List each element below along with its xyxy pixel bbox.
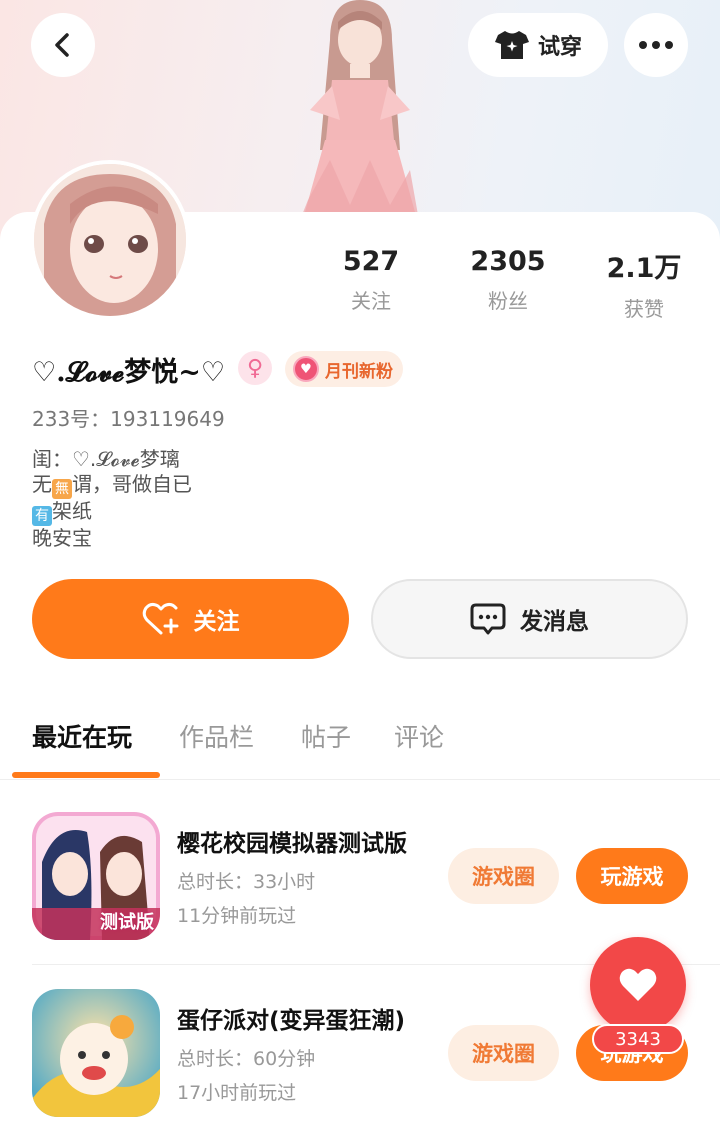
follow-button[interactable]: 关注 [32,579,349,659]
heart-icon [619,968,657,1001]
tshirt-icon [494,31,529,59]
game-duration: 总时长：60分钟 [177,1048,316,1070]
active-tab-indicator [12,772,160,778]
avatar-illustration [34,164,186,316]
game-circle-button[interactable]: 游戏圈 [448,1025,559,1081]
tab-recently-played[interactable]: 最近在玩 [32,718,132,754]
fan-badge[interactable]: ♥ 月刊新粉 [285,351,403,387]
stat-likes[interactable]: 2.1万 获赞 [584,246,704,322]
chat-bubble-icon [470,603,506,635]
avatar[interactable] [30,160,190,320]
more-dots-icon [639,41,673,49]
try-on-button[interactable]: 试穿 [468,13,608,77]
followers-count: 2305 [470,246,546,277]
message-label: 发消息 [520,609,589,635]
character-3d-avatar [300,0,420,230]
bio-line: 无無谓，哥做自已 [32,472,192,499]
stat-followers[interactable]: 2305 粉丝 [448,246,568,314]
game-icon-sakura[interactable]: 测试版 [32,812,160,940]
followers-label: 粉丝 [488,289,528,313]
more-options-button[interactable] [624,13,688,77]
nickname: ♡.𝓛𝓸𝓿𝓮梦悦~♡ [32,357,226,388]
game-icon-eggy-party[interactable] [32,989,160,1117]
emoji-box: 無 [52,479,72,499]
stat-following[interactable]: 527 关注 [311,246,431,314]
bio-line: 闺：♡.𝓛𝓸𝓿𝓮梦璃 [32,447,180,471]
game-title[interactable]: 蛋仔派对(变异蛋狂潮) [177,1001,405,1035]
emoji-box: 有 [32,506,52,526]
tab-comments[interactable]: 评论 [394,718,444,754]
try-on-label: 试穿 [537,35,582,60]
chevron-left-icon [55,33,69,57]
tab-works[interactable]: 作品栏 [179,718,254,754]
game-title[interactable]: 樱花校园模拟器测试版 [177,824,407,858]
test-version-label: 测试版 [100,912,154,933]
game-last-played: 11分钟前玩过 [177,905,297,927]
like-count: 3343 [592,1024,684,1054]
play-game-button[interactable]: 玩游戏 [576,848,688,904]
heart-plus-icon [142,602,178,635]
message-button[interactable]: 发消息 [371,579,688,659]
like-button[interactable] [590,937,686,1033]
follow-label: 关注 [193,609,240,635]
bio: 闺：♡.𝓛𝓸𝓿𝓮梦璃 无無谓，哥做自已 有架纸 晚安宝 [32,447,192,551]
following-label: 关注 [351,289,391,313]
heart-medal-icon: ♥ [293,356,319,382]
likes-count: 2.1万 [606,253,682,284]
list-item[interactable]: 测试版 樱花校园模拟器测试版 总时长：33小时 11分钟前玩过 游戏圈 玩游戏 [0,812,720,962]
game-duration: 总时长：33小时 [177,871,316,893]
game-circle-button[interactable]: 游戏圈 [448,848,559,904]
following-count: 527 [342,246,400,277]
user-id: 233号：193119649 [32,407,225,431]
bio-line: 晚安宝 [32,526,92,550]
tab-posts[interactable]: 帖子 [301,718,351,754]
bio-line: 有架纸 [32,499,192,526]
female-gender-icon: ♀ [238,351,272,385]
game-last-played: 17小时前玩过 [177,1082,297,1104]
back-button[interactable] [31,13,95,77]
fan-badge-label: 月刊新粉 [325,361,393,382]
profile-tabs: 最近在玩 作品栏 帖子 评论 [0,712,720,780]
likes-label: 获赞 [624,297,664,321]
